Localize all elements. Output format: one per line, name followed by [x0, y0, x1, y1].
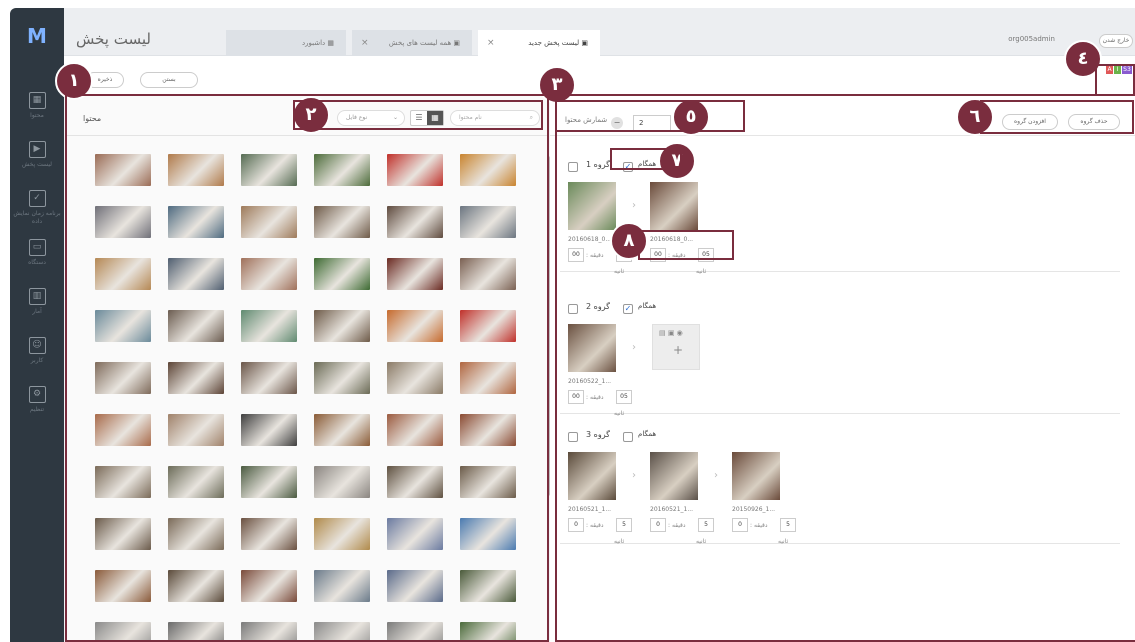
calendar-icon: ✓: [28, 190, 46, 207]
sidebar-item-3[interactable]: ▭ دستگاه: [10, 239, 64, 285]
sidebar-item-label: تنظیم: [29, 406, 45, 413]
sidebar-item-label: محتوا: [30, 112, 44, 119]
sidebar-item-6[interactable]: ⚙ تنظیم: [10, 386, 64, 432]
app-window: M ▦ محتوا ▶ لیست پخش ✓ برنامه زمان نمایش داده…: [10, 8, 1135, 642]
sidebar-item-5[interactable]: ☺ کاربر: [10, 337, 64, 383]
annotation-highlight: [65, 94, 549, 642]
sidebar: M ▦ محتوا ▶ لیست پخش ✓ برنامه زمان نمایش داده…: [10, 8, 64, 642]
close-icon[interactable]: ×: [487, 30, 495, 56]
sidebar-item-label: لیست پخش: [22, 161, 52, 168]
annotation-highlight: [555, 100, 745, 132]
playlist-icon: ▣: [581, 39, 588, 47]
sidebar-item-0[interactable]: ▦ محتوا: [10, 92, 64, 138]
user-icon: ☺: [28, 337, 46, 354]
sidebar-item-4[interactable]: ▥ آمار: [10, 288, 64, 334]
toolbar: ذخیره بستن: [64, 56, 1135, 98]
sidebar-item-label: دستگاه: [28, 259, 46, 266]
annotation-highlight: [980, 100, 1134, 134]
annotation-highlight: [293, 100, 543, 130]
dashboard-icon: ▦: [327, 39, 334, 47]
settings-icon: ⚙: [28, 386, 46, 403]
sidebar-item-label: کاربر: [30, 357, 44, 364]
playlist-icon: ▣: [453, 39, 460, 47]
tab-all-playlists[interactable]: × همه لیست های پخش ▣: [352, 30, 472, 56]
annotation-highlight: [555, 94, 1135, 642]
tab-dashboard[interactable]: داشبورد ▦: [226, 30, 346, 56]
annotation-highlight: [1095, 64, 1135, 96]
sidebar-item-2[interactable]: ✓ برنامه زمان نمایش داده: [10, 190, 64, 236]
sidebar-item-label: آمار: [32, 308, 42, 315]
chart-icon: ▥: [28, 288, 46, 305]
tab-new-playlist[interactable]: × لیست پخش جدید ▣: [478, 30, 600, 56]
header: لیست پخش داشبورد ▦ × همه لیست های پخش ▣ …: [64, 8, 1135, 56]
sidebar-item-1[interactable]: ▶ لیست پخش: [10, 141, 64, 187]
logout-button[interactable]: خارج شدن: [1099, 34, 1133, 48]
monitor-icon: ▭: [28, 239, 46, 256]
play-icon: ▶: [28, 141, 46, 158]
app-logo[interactable]: M: [23, 26, 51, 46]
sidebar-item-label: برنامه زمان نمایش داده: [13, 210, 61, 225]
annotation-highlight: [638, 230, 734, 260]
close-button[interactable]: بستن: [140, 72, 198, 88]
page-title: لیست پخش: [76, 30, 151, 48]
close-icon[interactable]: ×: [361, 30, 369, 56]
username: org005admin: [1008, 35, 1055, 43]
annotation-highlight: [610, 148, 682, 170]
grid-icon: ▦: [28, 92, 46, 109]
